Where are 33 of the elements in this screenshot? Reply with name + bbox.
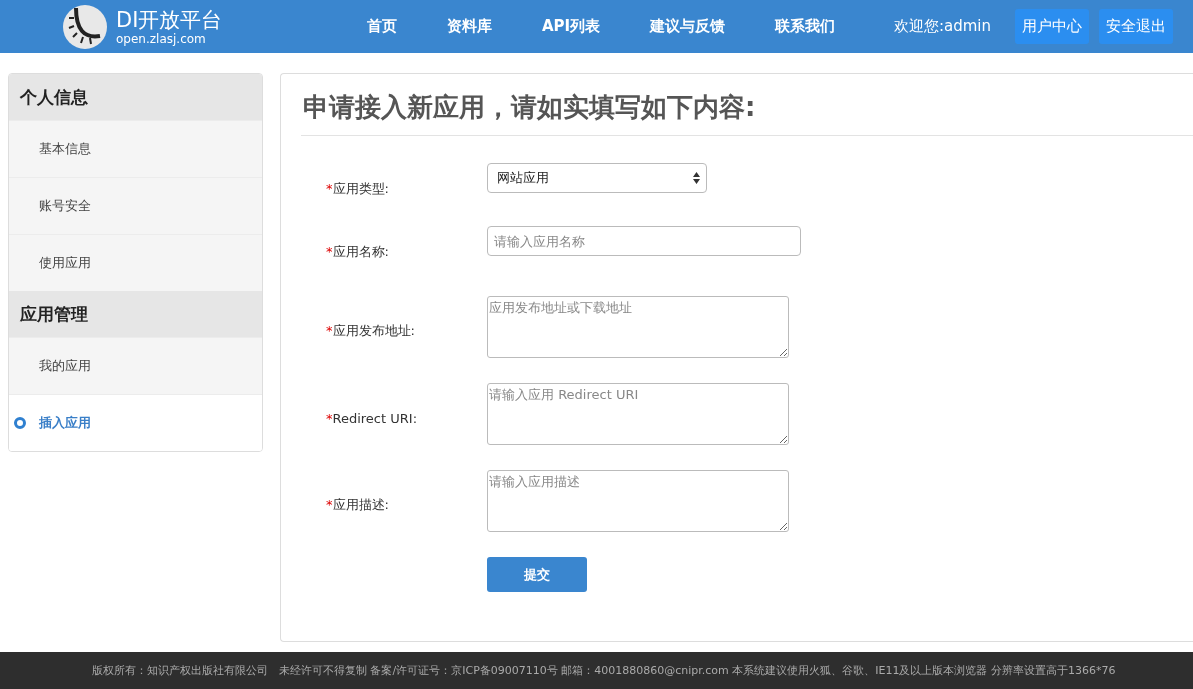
submit-button[interactable]: 提交 — [487, 557, 587, 592]
input-field[interactable]: 请输入应用名称 — [487, 226, 801, 256]
logo-subtitle: open.zlasj.com — [116, 31, 207, 46]
radio-icon — [14, 417, 26, 429]
sidebar-item[interactable]: 使用应用 — [9, 234, 262, 291]
updown-arrows-icon — [693, 172, 700, 184]
textarea-field[interactable]: 请输入应用 Redirect URI — [487, 383, 789, 445]
footer-text: 版权所有：知识产权出版社有限公司 未经许可不得复制 备案/许可证号：京ICP备09007110号 邮箱：4001880860@cnipr.com 本系统建议使用火狐、谷歌、IE11及以上版本浏览器 分辨率设置高于1366*76 — [92, 663, 1116, 678]
eye-logo-icon — [62, 3, 108, 50]
field-label: *Redirect URI: — [326, 409, 418, 426]
textarea-field[interactable]: 请输入应用描述 — [487, 470, 789, 532]
nav-link[interactable]: API列表 — [517, 17, 626, 36]
header-button[interactable]: 用户中心 — [1015, 9, 1089, 44]
field-label: *应用描述: — [326, 496, 390, 514]
header-button[interactable]: 安全退出 — [1099, 9, 1173, 44]
textarea-field[interactable]: 应用发布地址或下载地址 — [487, 296, 789, 358]
welcome-text: 欢迎您:admin — [893, 17, 991, 36]
select-field[interactable]: 网站应用 — [487, 163, 707, 193]
sidebar-group-title: 个人信息 — [9, 74, 262, 120]
field-label: *应用类型: — [326, 180, 390, 198]
logo-title: DI开放平台 — [116, 7, 223, 32]
nav-link[interactable]: 资料库 — [422, 17, 517, 36]
nav-link[interactable]: 建议与反馈 — [625, 17, 751, 36]
sidebar-item[interactable]: 我的应用 — [9, 337, 262, 394]
nav-link[interactable]: 首页 — [342, 17, 422, 36]
sidebar-item[interactable]: 插入应用 — [9, 394, 262, 451]
form-title: 申请接入新应用，请如实填写如下内容: — [301, 74, 1193, 136]
sidebar-item[interactable]: 账号安全 — [9, 177, 262, 234]
nav-link[interactable]: 联系我们 — [750, 17, 861, 36]
sidebar-item[interactable]: 基本信息 — [9, 120, 262, 177]
sidebar-group-title: 应用管理 — [9, 291, 262, 337]
field-label: *应用名称: — [326, 243, 390, 261]
field-label: *应用发布地址: — [326, 322, 416, 340]
